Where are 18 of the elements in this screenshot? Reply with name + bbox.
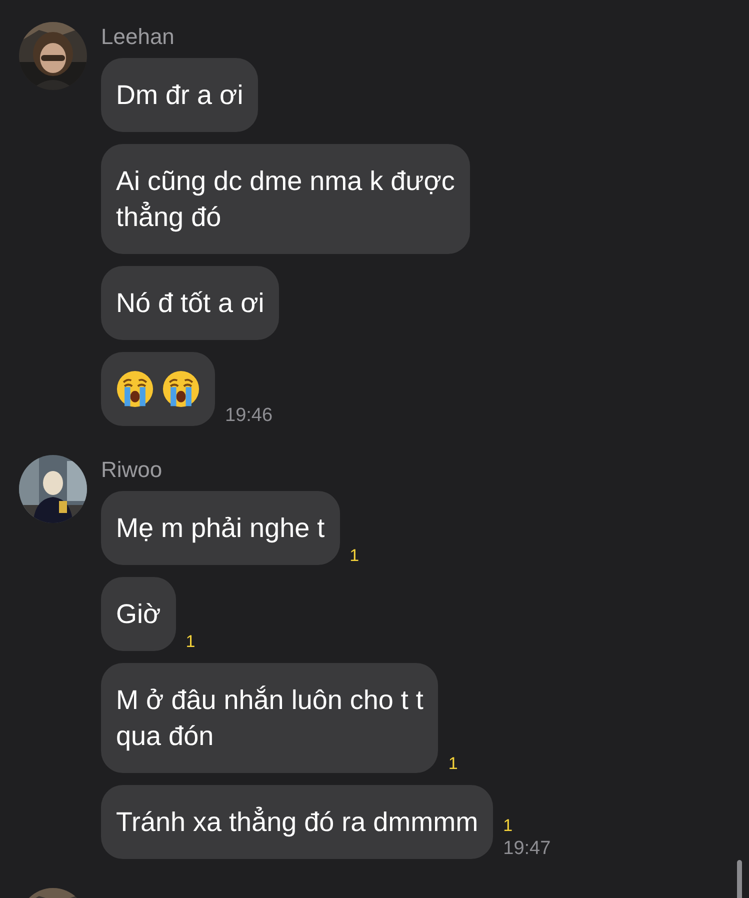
scrollbar[interactable]: [737, 860, 742, 898]
timestamp: 19:47: [503, 837, 551, 861]
crying-face-icon: [116, 370, 154, 408]
message-bubble: M ở đâu nhắn luôn cho t t qua đón: [101, 663, 438, 773]
message-bubble: Dm đr a ơi: [101, 58, 258, 132]
message-bubble: Mẹ m phải nghe t: [101, 491, 340, 565]
unread-count: 1: [186, 631, 196, 653]
message-bubble: Nó đ tốt a ơi: [101, 266, 280, 340]
unread-count: 1: [448, 753, 458, 775]
message-bubble: Tránh xa thẳng đó ra dmmmm: [101, 785, 494, 859]
unread-count: 1: [503, 815, 514, 837]
sender-name: Leehan: [101, 25, 176, 49]
crying-face-icon: [162, 370, 200, 408]
sender-name: Riwoo: [101, 458, 164, 482]
message-bubble: Giờ: [101, 577, 176, 651]
message-bubble: Ai cũng dc dme nma k được thẳng đó: [101, 144, 470, 254]
timestamp: 19:46: [225, 404, 273, 428]
unread-count: 1: [350, 545, 360, 567]
